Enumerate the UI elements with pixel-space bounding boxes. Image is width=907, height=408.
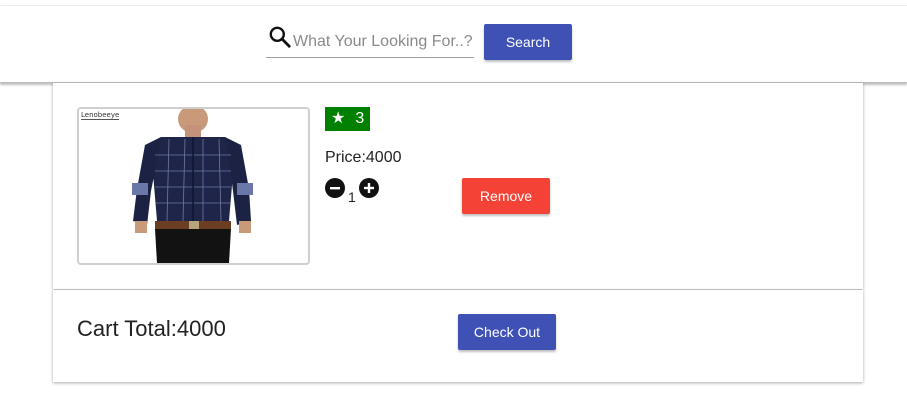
shirt-illustration <box>132 109 253 263</box>
price-text: Price:4000 <box>325 149 402 167</box>
product-image: Lenobeeye <box>77 107 310 265</box>
cart-total-label: Cart Total: <box>77 316 177 341</box>
quantity-value: 1 <box>348 189 356 205</box>
checkout-button[interactable]: Check Out <box>458 314 556 350</box>
cart-item-card: Lenobeeye ★ 3 Price:4000 1 Remove <box>53 83 863 289</box>
cart-total-card: Cart Total:4000 Check Out <box>53 290 863 382</box>
price-label: Price: <box>325 149 366 166</box>
rating-value: 3 <box>355 110 365 127</box>
top-bar: Search <box>0 5 907 83</box>
star-icon: ★ <box>331 110 346 127</box>
plus-circle-icon[interactable] <box>358 178 379 198</box>
minus-circle-icon[interactable] <box>325 178 345 198</box>
cart-total-value: 4000 <box>176 316 226 341</box>
search-button[interactable]: Search <box>484 24 572 60</box>
search-field[interactable] <box>266 24 474 58</box>
cart-total: Cart Total:4000 <box>77 316 226 342</box>
search-input[interactable] <box>293 30 473 54</box>
brand-logo: Lenobeeye <box>81 111 120 120</box>
rating-badge: ★ 3 <box>325 107 370 131</box>
quantity-stepper: 1 <box>325 178 379 204</box>
search-icon <box>269 26 291 48</box>
price-value: 4000 <box>365 149 402 166</box>
remove-button[interactable]: Remove <box>462 178 550 214</box>
